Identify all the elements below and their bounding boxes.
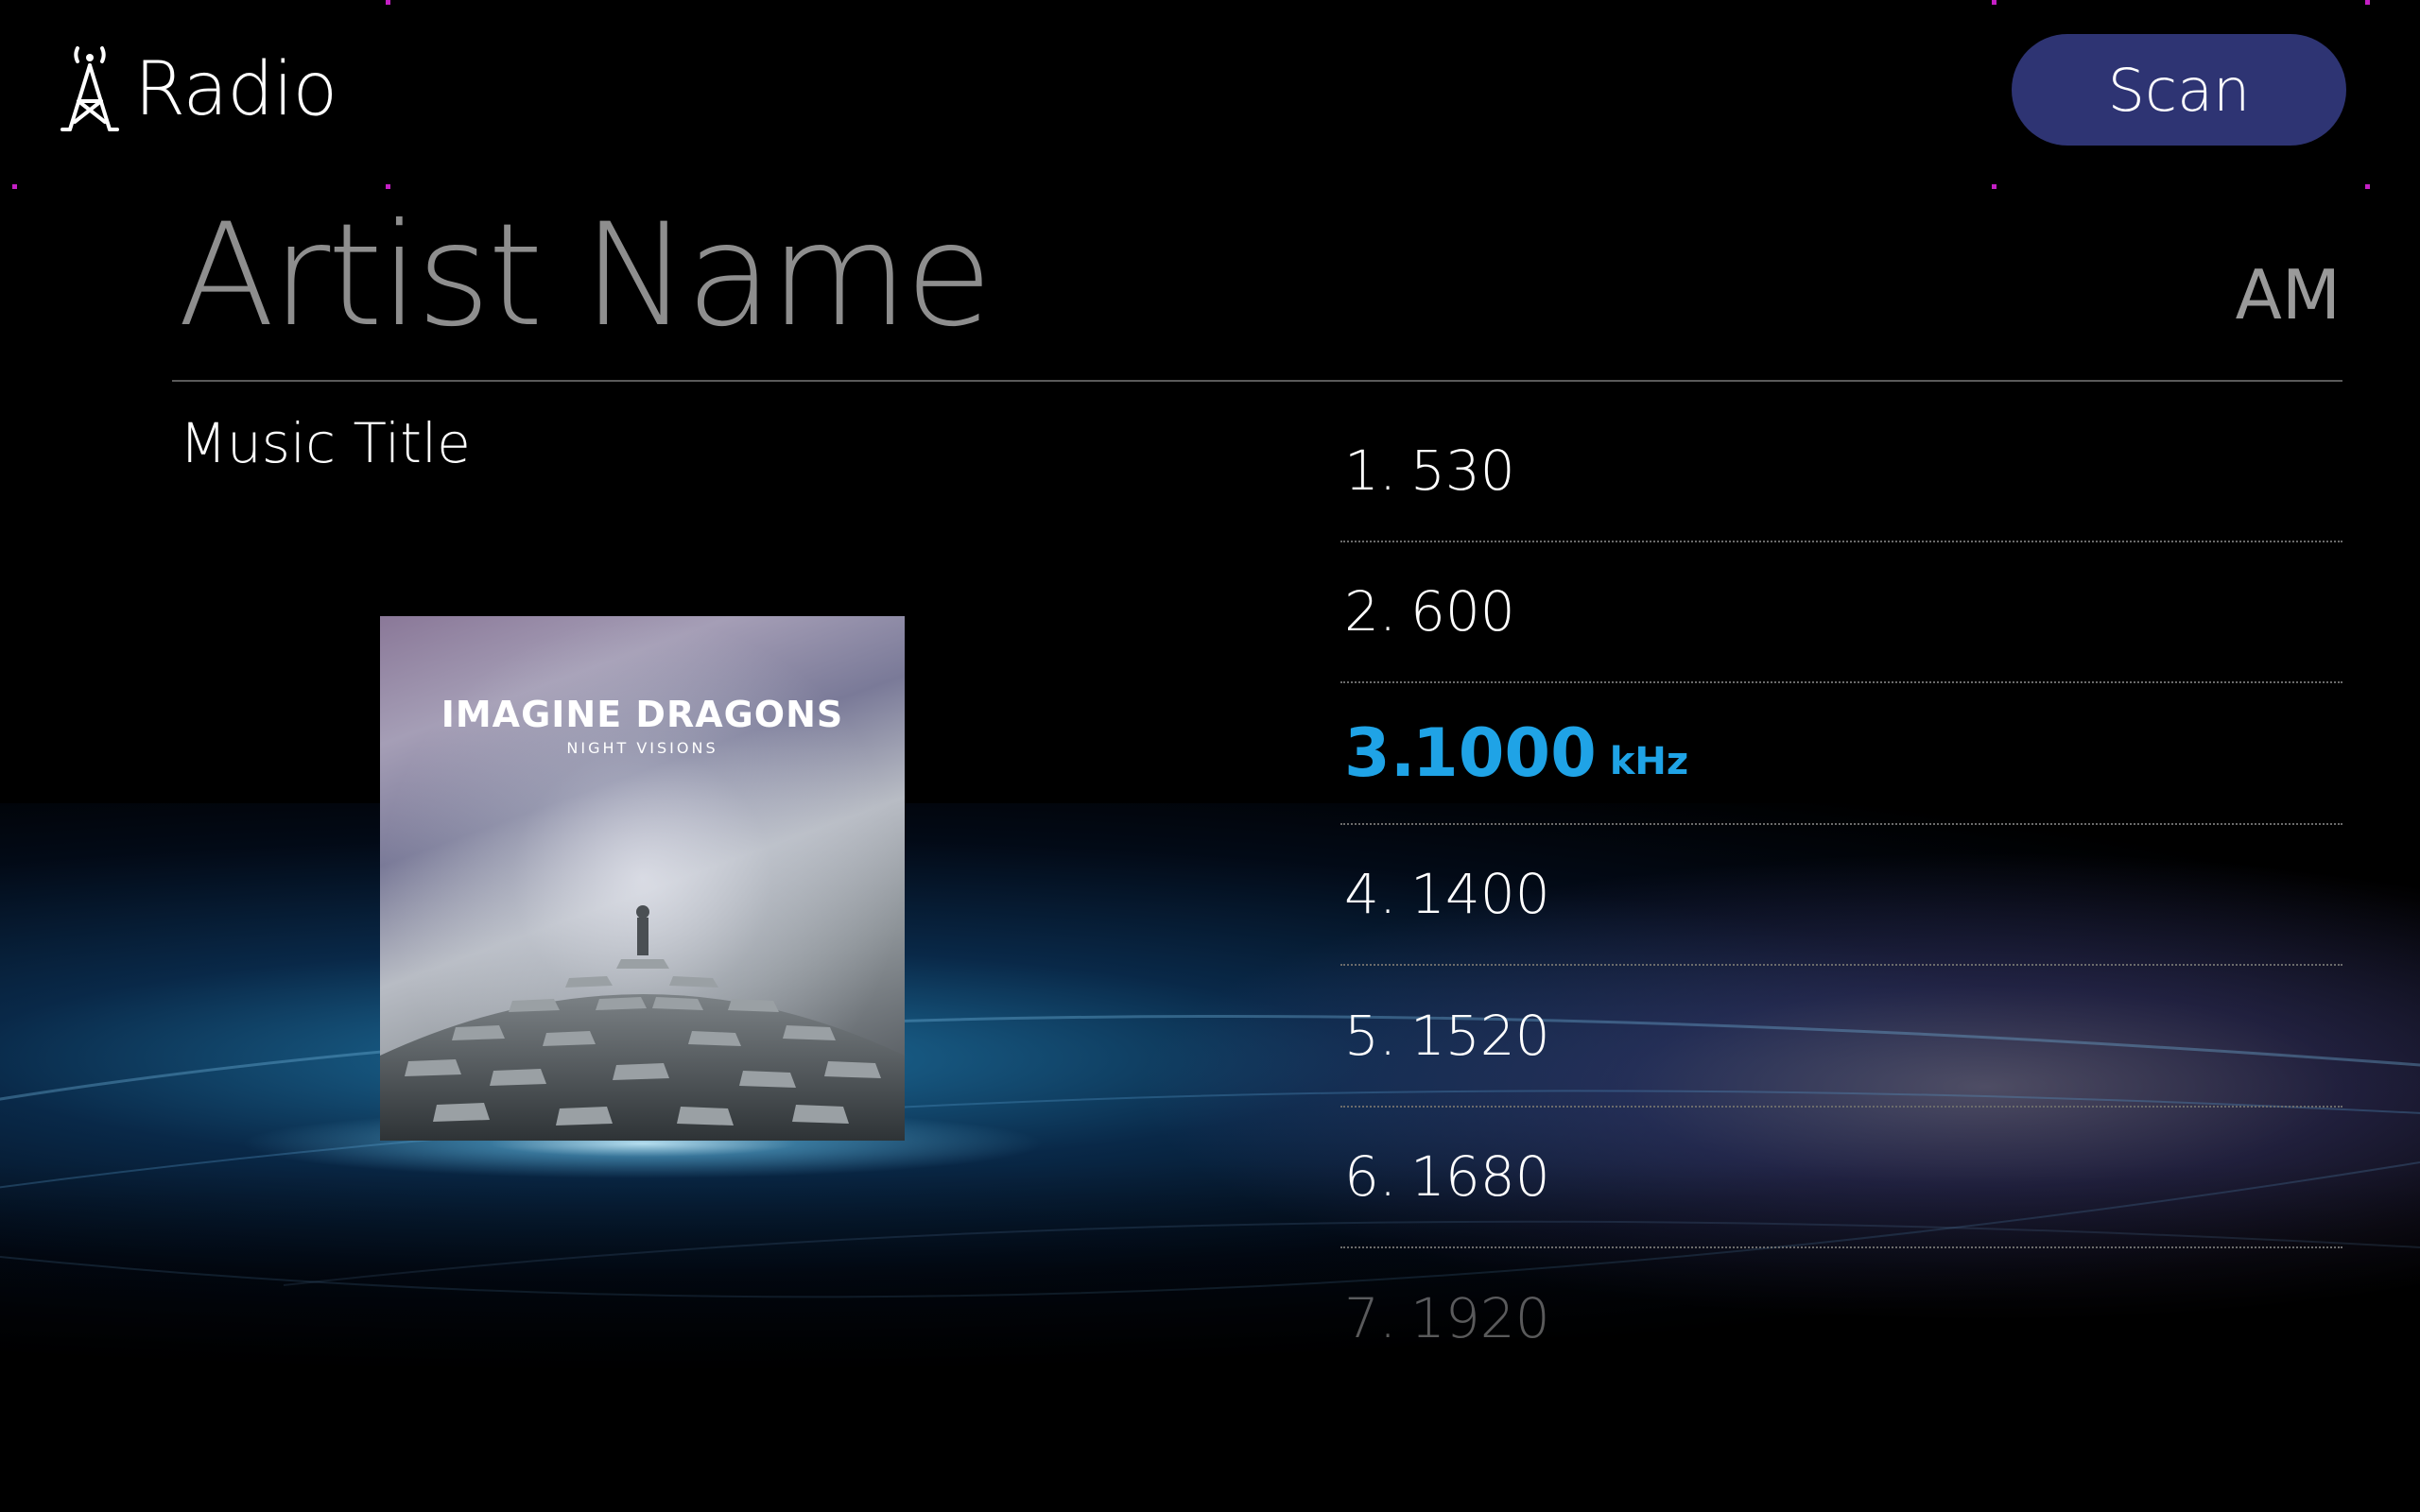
app-title: Radio — [59, 38, 337, 142]
station-number: 5. — [1344, 1003, 1397, 1068]
station-item[interactable]: 5. 1520 — [1340, 966, 2342, 1108]
radio-tower-icon — [60, 46, 119, 131]
guide-marker — [2365, 0, 2370, 5]
station-frequency: 1520 — [1410, 1003, 1550, 1068]
station-frequency: 600 — [1410, 579, 1515, 644]
station-number: 7. — [1344, 1285, 1397, 1350]
station-frequency: 530 — [1410, 438, 1515, 503]
album-art: IMAGINE DRAGONS NIGHT VISIONS — [380, 616, 905, 1141]
app-title-label: Radio — [134, 47, 337, 132]
station-item-active[interactable]: 3. 1000 kHz — [1340, 683, 2342, 825]
station-number: 3. — [1344, 713, 1416, 792]
music-title: Music Title — [180, 411, 471, 475]
station-frequency: 1000 — [1412, 713, 1597, 792]
station-item[interactable]: 4. 1400 — [1340, 825, 2342, 966]
band-indicator[interactable]: AM — [2236, 255, 2341, 335]
station-number: 4. — [1344, 862, 1397, 927]
station-list: 1. 530 2. 600 3. 1000 kHz 4. 1400 5. 152… — [1340, 401, 2342, 1388]
album-name: NIGHT VISIONS — [566, 739, 718, 757]
header-divider — [172, 380, 2342, 382]
guide-marker — [386, 0, 390, 5]
guide-marker — [386, 184, 390, 189]
station-item[interactable]: 6. 1680 — [1340, 1108, 2342, 1248]
station-unit: kHz — [1609, 739, 1689, 783]
station-number: 6. — [1344, 1144, 1397, 1210]
album-pillars-artwork — [380, 905, 905, 1141]
station-item[interactable]: 7. 1920 — [1340, 1248, 2342, 1388]
artist-name: Artist Name — [178, 194, 993, 358]
album-band-name: IMAGINE DRAGONS — [441, 694, 844, 735]
station-item[interactable]: 1. 530 — [1340, 401, 2342, 542]
station-frequency: 1920 — [1410, 1285, 1550, 1350]
station-item[interactable]: 2. 600 — [1340, 542, 2342, 683]
station-number: 2. — [1344, 579, 1397, 644]
station-frequency: 1680 — [1410, 1144, 1550, 1210]
guide-marker — [12, 184, 17, 189]
station-frequency: 1400 — [1410, 862, 1550, 927]
guide-marker — [1992, 0, 1996, 5]
guide-marker — [1992, 184, 1996, 189]
guide-marker — [2365, 184, 2370, 189]
scan-button[interactable]: Scan — [2012, 34, 2346, 146]
station-number: 1. — [1344, 438, 1397, 503]
